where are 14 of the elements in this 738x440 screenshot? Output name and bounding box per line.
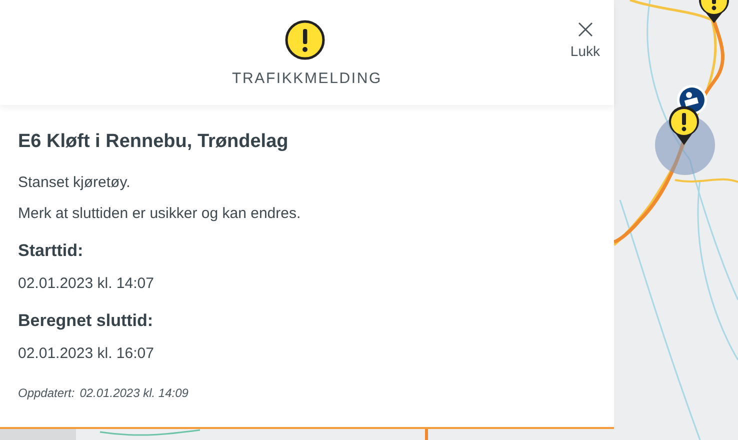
updated-label: Oppdatert: — [18, 384, 75, 402]
incident-title: E6 Kløft i Rennebu, Trøndelag — [18, 131, 290, 154]
warning-marker-icon[interactable] — [667, 106, 701, 146]
field-label: Beregnet sluttid: — [18, 310, 154, 332]
description-text: Merk at sluttiden er usikker og kan endres. — [18, 204, 302, 224]
field-label: Starttid: — [18, 240, 84, 262]
field-value: 02.01.2023 kl. 14:07 — [18, 274, 155, 294]
panel-title: TRAFIKKMELDING — [231, 69, 383, 89]
close-button[interactable]: Lukk — [566, 22, 604, 62]
description-text: Stanset kjøretøy. — [18, 172, 132, 193]
warning-icon — [285, 20, 325, 60]
updated-time: 02.01.2023 kl. 14:09 — [80, 384, 188, 402]
field-value: 02.01.2023 kl. 16:07 — [18, 344, 155, 364]
close-icon — [578, 22, 593, 37]
